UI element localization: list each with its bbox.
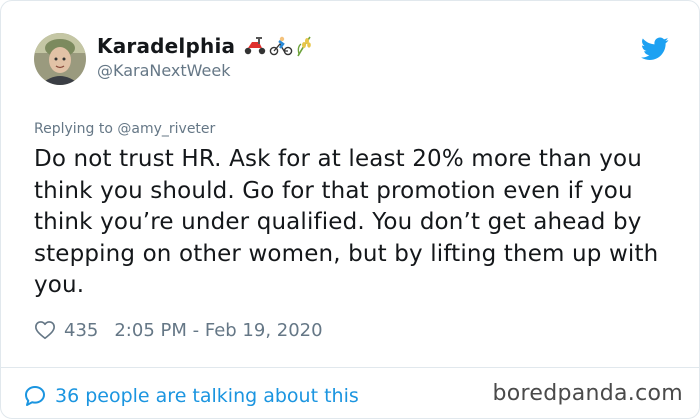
author-name-row: Karadelphia [97,34,313,58]
twitter-bird-icon[interactable] [641,37,669,61]
conversation-link[interactable]: 36 people are talking about this [23,384,359,408]
tweet-card: Karadelphia @KaraNextWeek Replying to @a… [0,0,700,419]
avatar[interactable] [34,33,86,85]
tweet-text: Do not trust HR. Ask for at least 20% mo… [34,146,659,298]
author-display-name[interactable]: Karadelphia [97,34,235,58]
replying-to: Replying to @amy_riveter [34,121,215,137]
cyclist-emoji-icon [269,36,293,56]
boredpanda-watermark: boredpanda.com [492,381,683,406]
tweet-meta: 435 2:05 PM - Feb 19, 2020 [34,319,323,341]
name-emojis [243,35,313,57]
reply-mention-link[interactable]: @amy_riveter [117,121,215,137]
footer-divider [1,367,700,368]
heart-icon[interactable] [34,319,56,341]
tweet-timestamp[interactable]: 2:05 PM - Feb 19, 2020 [114,320,322,341]
like-count[interactable]: 435 [64,320,98,341]
rice-emoji-icon [297,36,312,57]
author-handle[interactable]: @KaraNextWeek [97,61,231,80]
replying-to-label: Replying to [34,121,113,137]
scooter-emoji-icon [245,37,266,55]
speech-bubble-icon [25,386,45,406]
conversation-text: 36 people are talking about this [55,385,359,407]
